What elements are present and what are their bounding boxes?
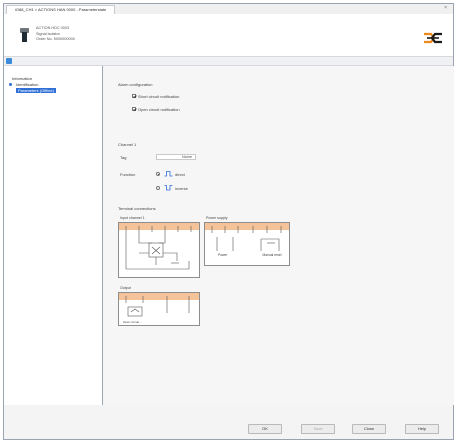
- function-inverse-radio[interactable]: [156, 186, 160, 190]
- open-circuit-checkbox[interactable]: [132, 107, 136, 111]
- save-button[interactable]: Save: [301, 424, 335, 434]
- tree-item-parameters[interactable]: Parameters (Offline): [16, 88, 56, 93]
- channel-title: Channel 1: [118, 142, 137, 147]
- help-button[interactable]: Help: [405, 424, 439, 434]
- input-channel-title: Input channel 1: [120, 216, 145, 220]
- function-direct-radio[interactable]: [156, 172, 160, 176]
- document-tab[interactable]: iO88_CH1 > ACTIONS HAN 0000 - Parameters…: [6, 5, 116, 14]
- input-wiring-icon: [125, 226, 192, 270]
- short-circuit-label: Short circuit notification: [138, 93, 180, 99]
- short-circuit-checkbox[interactable]: [132, 94, 136, 98]
- terminal-connections-title: Terminal connections: [118, 206, 156, 211]
- output-diagram: Open circuit ...: [118, 292, 200, 326]
- device-order-number: Order No. 5000000000: [36, 37, 75, 41]
- close-button[interactable]: Close: [352, 424, 386, 434]
- ok-button[interactable]: OK: [248, 424, 282, 434]
- open-circuit-label: Open circuit notification: [138, 106, 180, 112]
- save-icon[interactable]: [6, 58, 12, 64]
- power-supply-diagram: Power Manual reset: [204, 222, 290, 266]
- function-inverse-label: inverse: [175, 186, 188, 191]
- tag-input[interactable]: Name: [156, 154, 196, 160]
- device-header: ACTION HDC 0003 Signal isolator Order No…: [4, 14, 453, 57]
- direct-signal-icon: [164, 171, 173, 177]
- function-direct-label: direct: [175, 172, 185, 177]
- manual-reset-label: Manual reset: [262, 253, 282, 257]
- brand-logo-icon: [424, 32, 442, 44]
- power-supply-title: Power supply: [206, 216, 228, 220]
- power-wiring-icon: [211, 226, 282, 251]
- device-image-icon: [20, 28, 29, 42]
- power-label: Power: [218, 253, 228, 257]
- main-window: iO88_CH1 > ACTIONS HAN 0000 - Parameters…: [3, 3, 454, 440]
- inverse-signal-icon: [164, 185, 173, 191]
- parameter-panel: Alarm configuration Short circuit notifi…: [104, 66, 454, 405]
- alarm-config-title: Alarm configuration: [118, 82, 153, 87]
- tree-item-identification[interactable]: Identification: [16, 82, 38, 87]
- input-channel-diagram: [118, 222, 200, 278]
- tree-node-icon: [9, 83, 12, 86]
- navigation-tree: Information Identification Parameters (O…: [4, 66, 103, 405]
- output-caption: Open circuit ...: [123, 320, 143, 324]
- toolbar: [4, 57, 453, 66]
- tag-label: Tag: [120, 155, 127, 160]
- tree-item-information[interactable]: Information: [12, 76, 32, 81]
- close-icon[interactable]: ×: [444, 5, 447, 11]
- function-label: Function: [120, 172, 136, 177]
- output-title: Output: [120, 286, 131, 290]
- device-name: ACTION HDC 0003: [36, 26, 70, 30]
- device-info: ACTION HDC 0003 Signal isolator Order No…: [36, 26, 75, 43]
